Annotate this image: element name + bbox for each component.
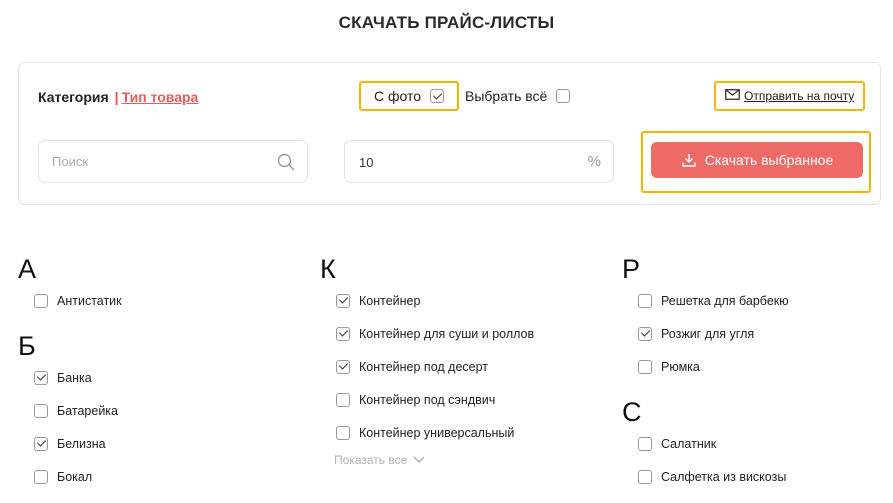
letter-group: К Контейнер Контейнер для суши и роллов … (320, 254, 534, 467)
item-checkbox[interactable] (336, 392, 350, 407)
item-checkbox[interactable] (638, 436, 652, 451)
download-highlight: Скачать выбранное (641, 131, 871, 193)
tab-category[interactable]: Категория (38, 89, 109, 105)
category-column-2: К Контейнер Контейнер для суши и роллов … (320, 254, 534, 467)
item-checkbox[interactable] (638, 469, 652, 484)
list-item[interactable]: Розжиг для угля (622, 317, 789, 350)
item-label: Розжиг для угля (661, 326, 755, 341)
list-item[interactable]: Контейнер под сэндвич (320, 383, 534, 416)
select-all-toggle[interactable]: Выбрать всё (465, 88, 571, 104)
item-label: Контейнер под десерт (359, 359, 488, 374)
list-item[interactable]: Решетка для барбекю (622, 284, 789, 317)
markup-field[interactable]: 10 % (344, 140, 614, 183)
item-checkbox[interactable] (336, 359, 350, 374)
list-item[interactable]: Белизна (18, 427, 122, 460)
item-label: Бокал (57, 469, 93, 484)
list-item[interactable]: Салатник (622, 427, 789, 460)
download-label: Скачать выбранное (704, 152, 834, 168)
show-all-label: Показать все (334, 453, 408, 467)
tab-separator: | (114, 89, 119, 105)
category-column-1: А Антистатик Б Банка Батарейка Белизна Б… (18, 254, 122, 493)
item-label: Контейнер (359, 293, 421, 308)
page-title: СКАЧАТЬ ПРАЙС-ЛИСТЫ (338, 13, 555, 32)
letter-group: Б Банка Батарейка Белизна Бокал (18, 331, 122, 493)
list-item[interactable]: Контейнер под десерт (320, 350, 534, 383)
list-item[interactable]: Салфетка из вискозы (622, 460, 789, 493)
list-item[interactable]: Контейнер универсальный (320, 416, 534, 449)
list-item[interactable]: Бокал (18, 460, 122, 493)
item-label: Контейнер под сэндвич (359, 392, 496, 407)
item-checkbox[interactable] (34, 469, 48, 484)
with-photo-checkbox[interactable] (430, 89, 445, 103)
percent-icon: % (587, 153, 601, 170)
markup-value[interactable]: 10 (359, 155, 373, 170)
with-photo-toggle[interactable]: С фото (359, 81, 459, 111)
item-checkbox[interactable] (336, 425, 350, 440)
item-checkbox[interactable] (638, 359, 652, 374)
tab-product-type[interactable]: Тип товара (122, 89, 199, 105)
item-label: Контейнер универсальный (359, 425, 515, 440)
letter-heading: Р (622, 254, 641, 284)
letter-heading: С (622, 397, 642, 427)
send-email-link[interactable]: Отправить на почту (714, 81, 865, 111)
item-checkbox[interactable] (638, 293, 652, 308)
item-checkbox[interactable] (336, 293, 350, 308)
filter-panel: Категория | Тип товара С фото Выбрать всё … (18, 62, 881, 205)
filter-tabs: Категория | Тип товара (38, 89, 198, 105)
item-label: Антистатик (57, 293, 122, 308)
envelope-icon (725, 89, 740, 103)
download-icon (682, 154, 696, 167)
letter-heading: Б (18, 331, 36, 361)
letter-group: С Салатник Салфетка из вискозы (622, 397, 789, 493)
letter-heading: А (18, 254, 37, 284)
item-label: Банка (57, 370, 92, 385)
list-item[interactable]: Батарейка (18, 394, 122, 427)
list-item[interactable]: Рюмка (622, 350, 789, 383)
item-label: Салфетка из вискозы (661, 469, 787, 484)
search-icon[interactable] (277, 153, 295, 171)
list-item[interactable]: Контейнер для суши и роллов (320, 317, 534, 350)
letter-group: Р Решетка для барбекю Розжиг для угля Рю… (622, 254, 789, 383)
item-checkbox[interactable] (34, 370, 48, 385)
download-selected-button[interactable]: Скачать выбранное (651, 142, 863, 178)
item-label: Салатник (661, 436, 717, 451)
item-label: Контейнер для суши и роллов (359, 326, 535, 341)
chevron-down-icon (413, 456, 425, 463)
list-item[interactable]: Антистатик (18, 284, 122, 317)
item-checkbox[interactable] (336, 326, 350, 341)
list-item[interactable]: Банка (18, 361, 122, 394)
letter-group: А Антистатик (18, 254, 122, 317)
item-label: Решетка для барбекю (661, 293, 789, 308)
item-label: Белизна (57, 436, 106, 451)
item-checkbox[interactable] (34, 293, 48, 308)
send-email-label: Отправить на почту (744, 89, 855, 103)
with-photo-label: С фото (374, 88, 422, 104)
search-input[interactable] (52, 154, 252, 169)
item-checkbox[interactable] (638, 326, 652, 341)
show-all-link[interactable]: Показать все (334, 453, 534, 467)
category-column-3: Р Решетка для барбекю Розжиг для угля Рю… (622, 254, 789, 493)
list-item[interactable]: Контейнер (320, 284, 534, 317)
search-field[interactable] (38, 140, 308, 183)
item-checkbox[interactable] (34, 403, 48, 418)
item-checkbox[interactable] (34, 436, 48, 451)
select-all-label: Выбрать всё (465, 88, 548, 104)
letter-heading: К (320, 254, 336, 284)
item-label: Батарейка (57, 403, 118, 418)
select-all-checkbox[interactable] (556, 89, 571, 103)
item-label: Рюмка (661, 359, 700, 374)
